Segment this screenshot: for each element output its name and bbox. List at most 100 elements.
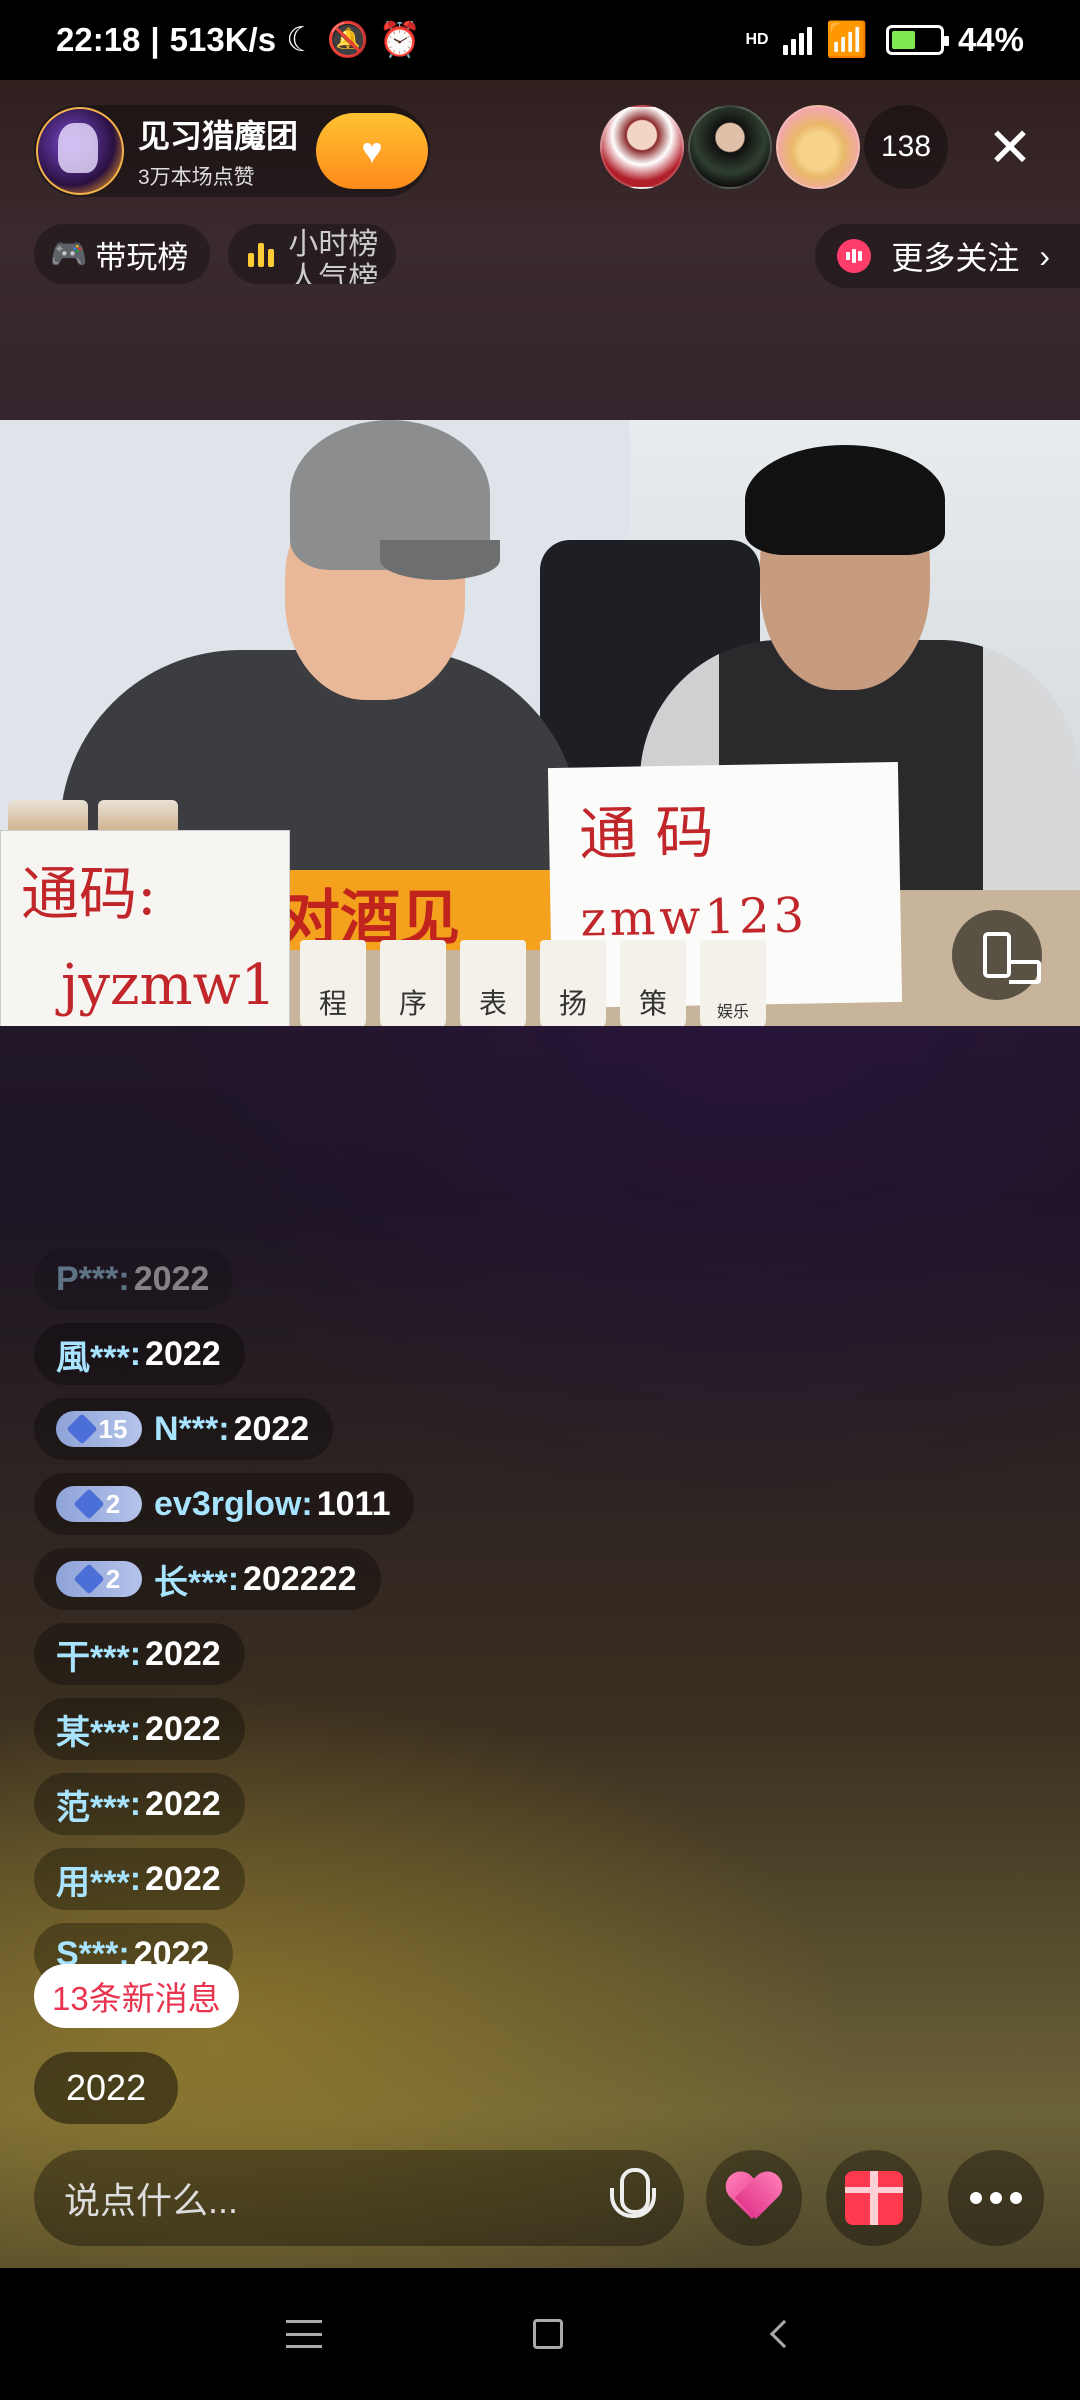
chat-text: 2022 <box>133 1259 210 1298</box>
host-avatar[interactable] <box>36 107 124 195</box>
sign-left-code: jyzmw1 <box>61 953 277 1018</box>
more-dots-icon <box>970 2192 1022 2204</box>
cup: 扬 <box>540 940 606 1026</box>
cups: 程 序 表 扬 策 娱乐 <box>300 940 766 1026</box>
heart-plus-icon: ♥ <box>361 130 383 171</box>
wifi-icon: 📶 <box>825 21 868 59</box>
live-video[interactable]: 对酒见 通码: jyzmw1 通 码 zmw123 程 序 表 扬 策 娱乐 <box>0 420 1080 1026</box>
gem-icon <box>73 1488 105 1520</box>
chat-username[interactable]: 范*** <box>56 1780 130 1829</box>
more-follow-button[interactable]: 更多关注 › <box>815 224 1080 288</box>
video-banner: 对酒见 <box>280 870 570 950</box>
chat-list[interactable]: P***:2022 風***:2022 15 N***:2022 2 ev3rg… <box>34 1248 734 2038</box>
microphone-icon[interactable] <box>610 2168 656 2228</box>
fan-level-badge[interactable]: 15 <box>56 1411 142 1447</box>
chat-username[interactable]: 用*** <box>56 1855 130 1904</box>
chat-username[interactable]: P*** <box>56 1260 118 1299</box>
status-bar: 22:18 | 513K/s ☾ 🔕 ⏰ HD 📶 44% <box>0 0 1080 80</box>
rotate-screen-icon[interactable] <box>952 910 1042 1000</box>
chat-message: 某***:2022 <box>34 1698 245 1760</box>
gift-icon <box>845 2171 903 2225</box>
chat-separator: : <box>227 1559 240 1598</box>
cap-bill <box>380 540 500 580</box>
comment-placeholder: 说点什么... <box>64 2180 239 2221</box>
streamer-right-hair <box>745 445 945 555</box>
battery-percent: 44% <box>957 21 1024 58</box>
popularity-rank-label: 人气榜 <box>288 262 379 284</box>
viewer-avatar[interactable] <box>688 105 772 189</box>
system-nav-bar <box>0 2268 1080 2400</box>
badge-level: 2 <box>105 1488 121 1519</box>
chat-message: P***:2022 <box>34 1248 234 1310</box>
close-icon[interactable]: ✕ <box>980 117 1040 178</box>
cup: 程 <box>300 940 366 1026</box>
more-follow-label: 更多关注 <box>891 240 1020 276</box>
sign-right-code: zmw123 <box>580 887 809 948</box>
chat-separator: : <box>118 1259 130 1298</box>
chevron-right-icon: › <box>1039 237 1050 274</box>
chat-separator: : <box>301 1484 313 1523</box>
hour-rank-chip[interactable]: 小时榜 人气榜 <box>228 224 397 284</box>
home-icon[interactable] <box>532 2319 563 2349</box>
play-rank-label: 带玩榜 <box>95 239 189 275</box>
menu-icon[interactable] <box>285 2320 322 2348</box>
like-button[interactable] <box>706 2150 802 2246</box>
chat-separator: : <box>129 1334 142 1373</box>
battery-icon <box>885 25 949 55</box>
chat-message: 2 ev3rglow:1011 <box>34 1473 415 1535</box>
chat-text: 2022 <box>145 1709 221 1748</box>
badge-level: 15 <box>98 1413 128 1444</box>
cup: 策 <box>620 940 686 1026</box>
chat-text: 2022 <box>145 1784 221 1823</box>
gem-icon <box>65 1413 98 1445</box>
host-likes: 3万本场点赞 <box>138 166 255 189</box>
status-network-speed: 513K/s <box>169 21 277 58</box>
bar-chart-icon <box>248 241 275 267</box>
chat-username[interactable]: 干*** <box>56 1630 130 1679</box>
chat-message: 2 长***:202222 <box>34 1548 381 1610</box>
chat-message: 風***:2022 <box>34 1323 245 1385</box>
chat-username[interactable]: 風*** <box>56 1330 130 1379</box>
host-name: 见习猎魔团 <box>138 118 299 154</box>
gem-icon <box>73 1563 105 1595</box>
chat-text: 1011 <box>316 1484 391 1523</box>
chat-username[interactable]: 长*** <box>154 1555 228 1604</box>
chat-separator: : <box>129 1709 142 1748</box>
fan-level-badge[interactable]: 2 <box>56 1561 142 1597</box>
live-header: 见习猎魔团 3万本场点赞 ♥ 138 ✕ <box>34 105 1080 197</box>
chat-username[interactable]: N*** <box>154 1410 218 1449</box>
signal-icon <box>782 25 812 55</box>
viewer-count[interactable]: 138 <box>864 105 948 189</box>
chat-username[interactable]: 某*** <box>56 1705 130 1754</box>
moon-icon: ☾ <box>286 21 317 59</box>
comment-input[interactable]: 说点什么... <box>34 2150 684 2246</box>
play-rank-chip[interactable]: 🎮 带玩榜 <box>34 224 211 284</box>
sent-message-bubble: 2022 <box>34 2052 179 2124</box>
hour-rank-label: 小时榜 <box>288 228 379 261</box>
sign-left: 通码: jyzmw1 <box>0 830 290 1026</box>
gamepad-icon: 🎮 <box>50 237 88 271</box>
chat-text: 2022 <box>145 1634 221 1673</box>
chat-message: 用***:2022 <box>34 1848 245 1910</box>
rank-row: 🎮 带玩榜 小时榜 人气榜 <box>34 224 397 284</box>
back-icon[interactable] <box>770 2319 799 2349</box>
cup: 序 <box>380 940 446 1026</box>
status-separator: | <box>150 21 160 58</box>
fan-level-badge[interactable]: 2 <box>56 1486 142 1522</box>
new-messages-button[interactable]: 13条新消息 <box>34 1964 239 2028</box>
chat-text: 2022 <box>145 1334 221 1373</box>
viewer-avatar[interactable] <box>600 105 684 189</box>
live-icon <box>837 239 872 273</box>
chat-username[interactable]: ev3rglow <box>154 1485 301 1524</box>
chat-message: 干***:2022 <box>34 1623 245 1685</box>
sign-left-title: 通码: <box>21 860 157 928</box>
chat-message: 范***:2022 <box>34 1773 245 1835</box>
more-button[interactable] <box>948 2150 1044 2246</box>
chat-text: 2022 <box>145 1859 221 1898</box>
follow-button[interactable]: ♥ <box>316 113 428 189</box>
chat-separator: : <box>129 1859 142 1898</box>
viewer-list: 138 ✕ <box>600 105 1040 189</box>
viewer-avatar[interactable] <box>776 105 860 189</box>
gift-button[interactable] <box>826 2150 922 2246</box>
sign-right-title: 通 码 <box>578 798 715 869</box>
